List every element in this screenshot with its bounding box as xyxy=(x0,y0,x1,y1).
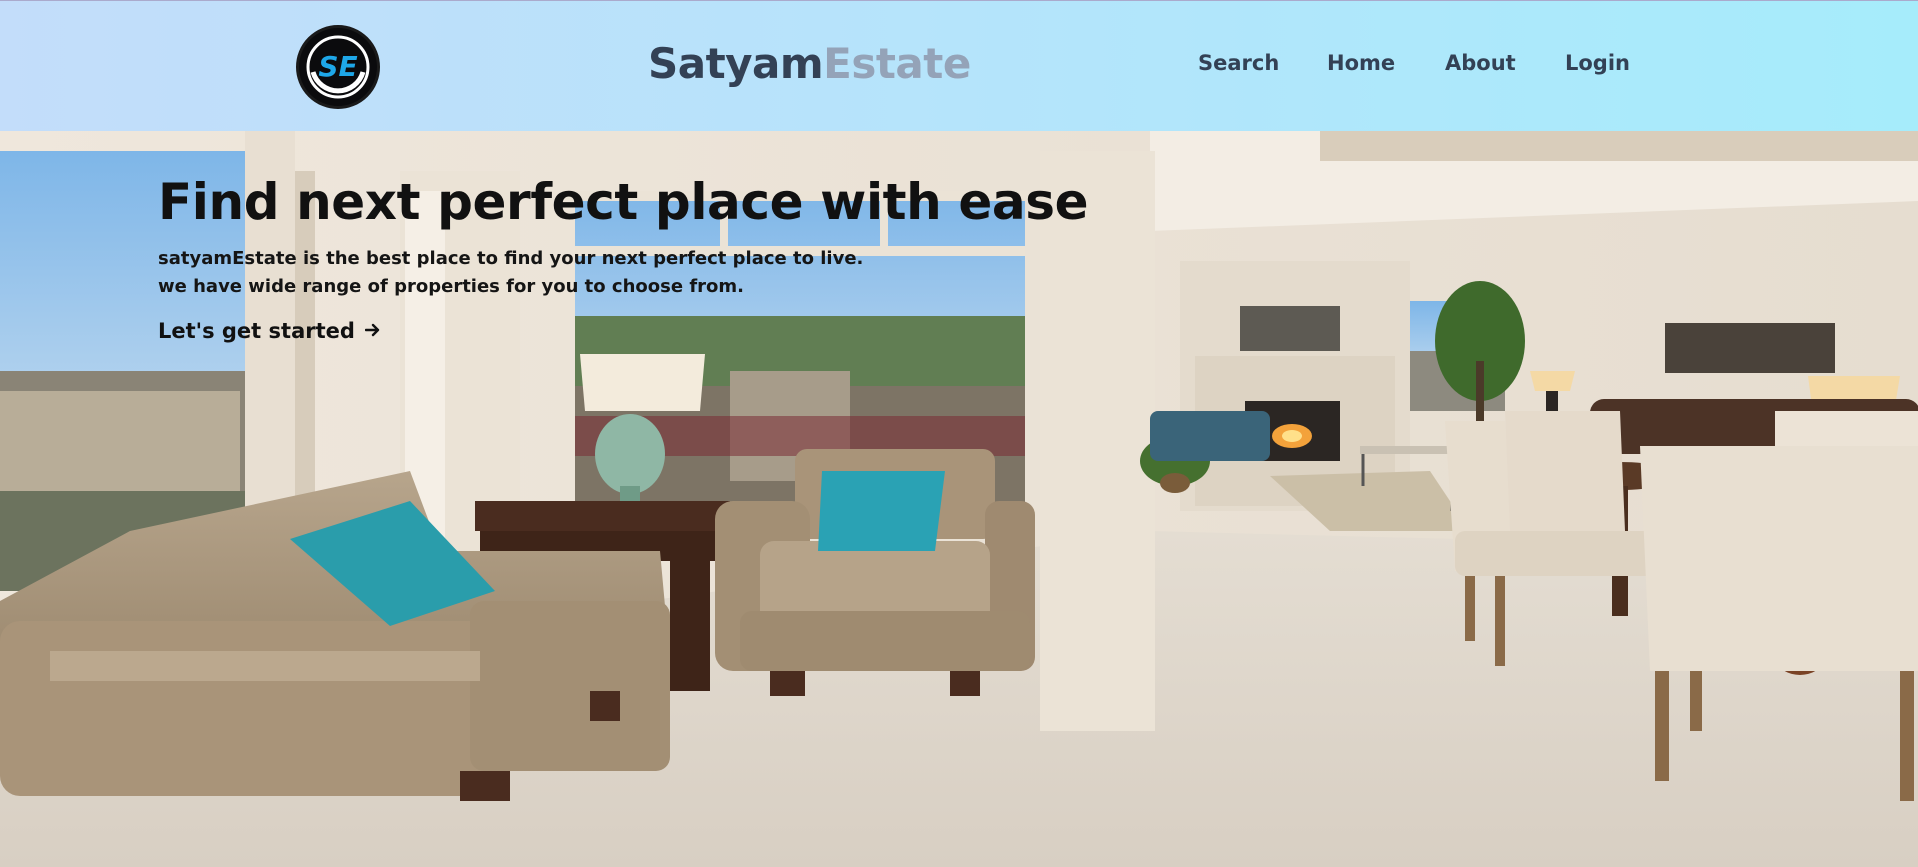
nav-login[interactable]: Login xyxy=(1565,51,1630,75)
hero-subtitle-line-2: we have wide range of properties for you… xyxy=(158,276,744,297)
brand-name[interactable]: SatyamEstate xyxy=(648,39,971,88)
nav-home[interactable]: Home xyxy=(1327,51,1395,75)
logo-emblem-icon: SE xyxy=(306,35,370,99)
brand-part-2: Estate xyxy=(823,39,971,88)
hero-section: Find next perfect place with ease satyam… xyxy=(0,131,1918,867)
nav-about[interactable]: About xyxy=(1445,51,1516,75)
logo-text: SE xyxy=(318,50,357,83)
hero-subtitle: satyamEstate is the best place to find y… xyxy=(158,245,1088,301)
nav-search[interactable]: Search xyxy=(1198,51,1279,75)
hero-content: Find next perfect place with ease satyam… xyxy=(158,173,1089,343)
arrow-right-icon xyxy=(365,323,380,337)
hero-title: Find next perfect place with ease xyxy=(158,173,1089,231)
hero-subtitle-line-1: satyamEstate is the best place to find y… xyxy=(158,248,864,269)
get-started-link[interactable]: Let's get started xyxy=(158,319,381,343)
get-started-label: Let's get started xyxy=(158,319,355,343)
brand-part-1: Satyam xyxy=(648,39,824,88)
logo[interactable]: SE xyxy=(296,25,380,109)
site-header: SE SatyamEstate Search Home About Login xyxy=(0,0,1918,131)
